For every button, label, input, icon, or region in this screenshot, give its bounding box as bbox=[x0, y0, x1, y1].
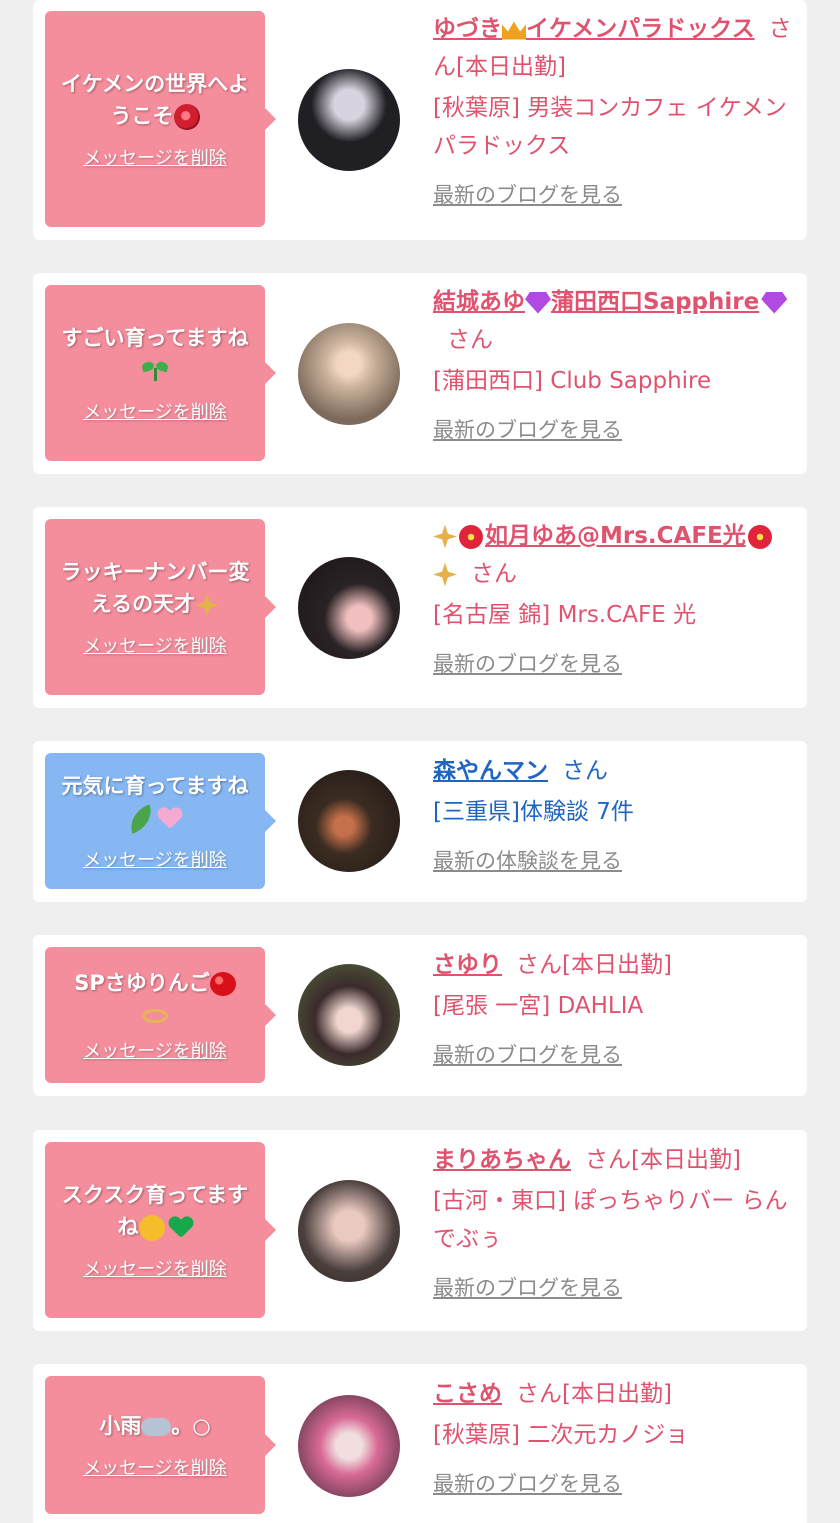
avatar[interactable] bbox=[298, 1395, 400, 1497]
avatar[interactable] bbox=[298, 69, 400, 171]
shop-text: [秋葉原] 男装コンカフェ イケメンパラドックス bbox=[433, 95, 787, 159]
message-text: すごい育ってますね bbox=[57, 322, 253, 386]
cast-info: 如月ゆあ@Mrs.CAFE光さん [名古屋 錦] Mrs.CAFE 光 最新のブ… bbox=[433, 517, 793, 678]
rose-icon bbox=[173, 104, 200, 130]
avatar[interactable] bbox=[298, 770, 400, 872]
cast-card: スクスク育ってますね メッセージを削除 まりあちゃん さん[本日出勤] [古河・東… bbox=[33, 1130, 807, 1331]
latest-blog-link[interactable]: 最新のブログを見る bbox=[433, 1039, 793, 1069]
message-text: イケメンの世界へようこそ bbox=[60, 72, 250, 130]
latest-review-link[interactable]: 最新の体験談を見る bbox=[433, 845, 793, 875]
cast-name-link[interactable]: ゆづき イケメンパラドックス bbox=[433, 16, 755, 42]
latest-blog-link[interactable]: 最新のブログを見る bbox=[433, 414, 793, 444]
message-bubble: 小雨 。○ メッセージを削除 bbox=[45, 1376, 276, 1514]
cast-name-link[interactable]: こさめ bbox=[433, 1381, 502, 1407]
message-bubble: 元気に育ってますね メッセージを削除 bbox=[45, 753, 276, 889]
hibiscus-icon bbox=[459, 524, 483, 549]
cast-info: こさめ さん[本日出勤] [秋葉原] 二次元カノジョ 最新のブログを見る bbox=[433, 1375, 793, 1498]
ring-icon bbox=[141, 1009, 168, 1023]
latest-blog-link[interactable]: 最新のブログを見る bbox=[433, 179, 793, 209]
name-line: まりあちゃん さん[本日出勤] bbox=[433, 1147, 741, 1173]
cast-card: イケメンの世界へようこそ メッセージを削除 ゆづき イケメンパラドックス さん[本日… bbox=[33, 0, 807, 240]
cast-info: 結城あゆ 蒲田西口Sapphireさん [蒲田西口] Club Sapphire … bbox=[433, 283, 793, 444]
avatar[interactable] bbox=[298, 964, 400, 1066]
crown-icon bbox=[502, 21, 526, 40]
sparkle-icon bbox=[433, 524, 457, 549]
message-bubble: スクスク育ってますね メッセージを削除 bbox=[45, 1142, 276, 1318]
gem-icon bbox=[525, 291, 551, 314]
message-text: SPさゆりんご bbox=[74, 967, 236, 1031]
review-count-text: [三重県]体験談 7件 bbox=[433, 799, 634, 825]
status-text: [本日出勤] bbox=[456, 54, 566, 80]
name-line: ゆづき イケメンパラドックス さん[本日出勤] bbox=[433, 16, 792, 80]
cast-card: 小雨 。○ メッセージを削除 こさめ さん[本日出勤] [秋葉原] 二次元カノジョ … bbox=[33, 1364, 807, 1523]
latest-blog-link[interactable]: 最新のブログを見る bbox=[433, 1468, 793, 1498]
message-text: スクスク育ってますね bbox=[61, 1183, 249, 1241]
shop-text: [古河・東口] ぽっちゃりバー らんでぶぅ bbox=[433, 1188, 788, 1252]
message-bubble: イケメンの世界へようこそ メッセージを削除 bbox=[45, 11, 276, 227]
delete-message-link[interactable]: メッセージを削除 bbox=[83, 1255, 227, 1281]
message-bubble: SPさゆりんご メッセージを削除 bbox=[45, 947, 276, 1083]
avatar[interactable] bbox=[298, 557, 400, 659]
message-text: ラッキーナンバー変えるの天才 bbox=[60, 560, 250, 617]
cast-info: さゆり さん[本日出勤] [尾張 一宮] DAHLIA 最新のブログを見る bbox=[433, 946, 793, 1069]
reviewer-name-link[interactable]: 森やんマン bbox=[433, 758, 548, 784]
shop-text: [尾張 一宮] DAHLIA bbox=[433, 993, 644, 1019]
name-line: さゆり さん[本日出勤] bbox=[433, 952, 672, 978]
avatar[interactable] bbox=[298, 1180, 400, 1282]
cast-info: まりあちゃん さん[本日出勤] [古河・東口] ぽっちゃりバー らんでぶぅ 最新の… bbox=[433, 1141, 793, 1302]
rain-cloud-icon bbox=[141, 1418, 172, 1436]
pink-heart-icon bbox=[158, 808, 182, 830]
sparkle-icon bbox=[195, 593, 220, 617]
leaf-icon bbox=[125, 804, 157, 834]
message-text: 元気に育ってますね bbox=[57, 770, 253, 834]
sparkle-icon bbox=[433, 562, 457, 587]
shop-text: [名古屋 錦] Mrs.CAFE 光 bbox=[433, 602, 697, 628]
shop-text: [蒲田西口] Club Sapphire bbox=[433, 368, 712, 394]
favorite-cast-feed: イケメンの世界へようこそ メッセージを削除 ゆづき イケメンパラドックス さん[本日… bbox=[0, 0, 840, 1523]
shop-text: [秋葉原] 二次元カノジョ bbox=[433, 1422, 689, 1448]
delete-message-link[interactable]: メッセージを削除 bbox=[83, 632, 227, 658]
cast-name-link[interactable]: 結城あゆ 蒲田西口Sapphire bbox=[433, 289, 788, 315]
name-line: 結城あゆ 蒲田西口Sapphireさん bbox=[433, 283, 793, 359]
cast-card: 元気に育ってますね メッセージを削除 森やんマン さん [三重県]体験談 7件 最… bbox=[33, 741, 807, 902]
green-heart-icon bbox=[169, 1217, 193, 1239]
apple-icon bbox=[209, 972, 236, 996]
cast-card: ラッキーナンバー変えるの天才 メッセージを削除 如月ゆあ@Mrs.CAFE光さん… bbox=[33, 507, 807, 708]
status-text: [本日出勤] bbox=[562, 1381, 672, 1407]
name-line: 森やんマン さん bbox=[433, 758, 608, 784]
cast-name-link[interactable]: まりあちゃん bbox=[433, 1147, 571, 1173]
delete-message-link[interactable]: メッセージを削除 bbox=[83, 144, 227, 170]
status-text: [本日出勤] bbox=[631, 1147, 741, 1173]
name-line: 如月ゆあ@Mrs.CAFE光さん bbox=[433, 517, 793, 593]
cast-card: SPさゆりんご メッセージを削除 さゆり さん[本日出勤] [尾張 一宮] DAH… bbox=[33, 935, 807, 1096]
name-line: こさめ さん[本日出勤] bbox=[433, 1381, 672, 1407]
gem-icon bbox=[761, 291, 788, 314]
cast-info: 森やんマン さん [三重県]体験談 7件 最新の体験談を見る bbox=[433, 752, 793, 875]
cast-card: すごい育ってますね メッセージを削除 結城あゆ 蒲田西口Sapphireさん [蒲… bbox=[33, 273, 807, 474]
latest-blog-link[interactable]: 最新のブログを見る bbox=[433, 1272, 793, 1302]
sprout-icon bbox=[141, 360, 169, 382]
latest-blog-link[interactable]: 最新のブログを見る bbox=[433, 648, 793, 678]
hibiscus-icon bbox=[747, 524, 772, 549]
delete-message-link[interactable]: メッセージを削除 bbox=[83, 1454, 227, 1480]
cast-info: ゆづき イケメンパラドックス さん[本日出勤] [秋葉原] 男装コンカフェ イケメン… bbox=[433, 10, 793, 209]
delete-message-link[interactable]: メッセージを削除 bbox=[83, 398, 227, 424]
status-text: [本日出勤] bbox=[562, 952, 672, 978]
message-bubble: すごい育ってますね メッセージを削除 bbox=[45, 285, 276, 461]
avatar[interactable] bbox=[298, 323, 400, 425]
message-bubble: ラッキーナンバー変えるの天才 メッセージを削除 bbox=[45, 519, 276, 695]
delete-message-link[interactable]: メッセージを削除 bbox=[83, 1037, 227, 1063]
smiling-face-icon bbox=[138, 1215, 165, 1241]
delete-message-link[interactable]: メッセージを削除 bbox=[83, 846, 227, 872]
message-text: 小雨 。○ bbox=[99, 1414, 211, 1438]
cast-name-link[interactable]: さゆり bbox=[433, 952, 502, 978]
